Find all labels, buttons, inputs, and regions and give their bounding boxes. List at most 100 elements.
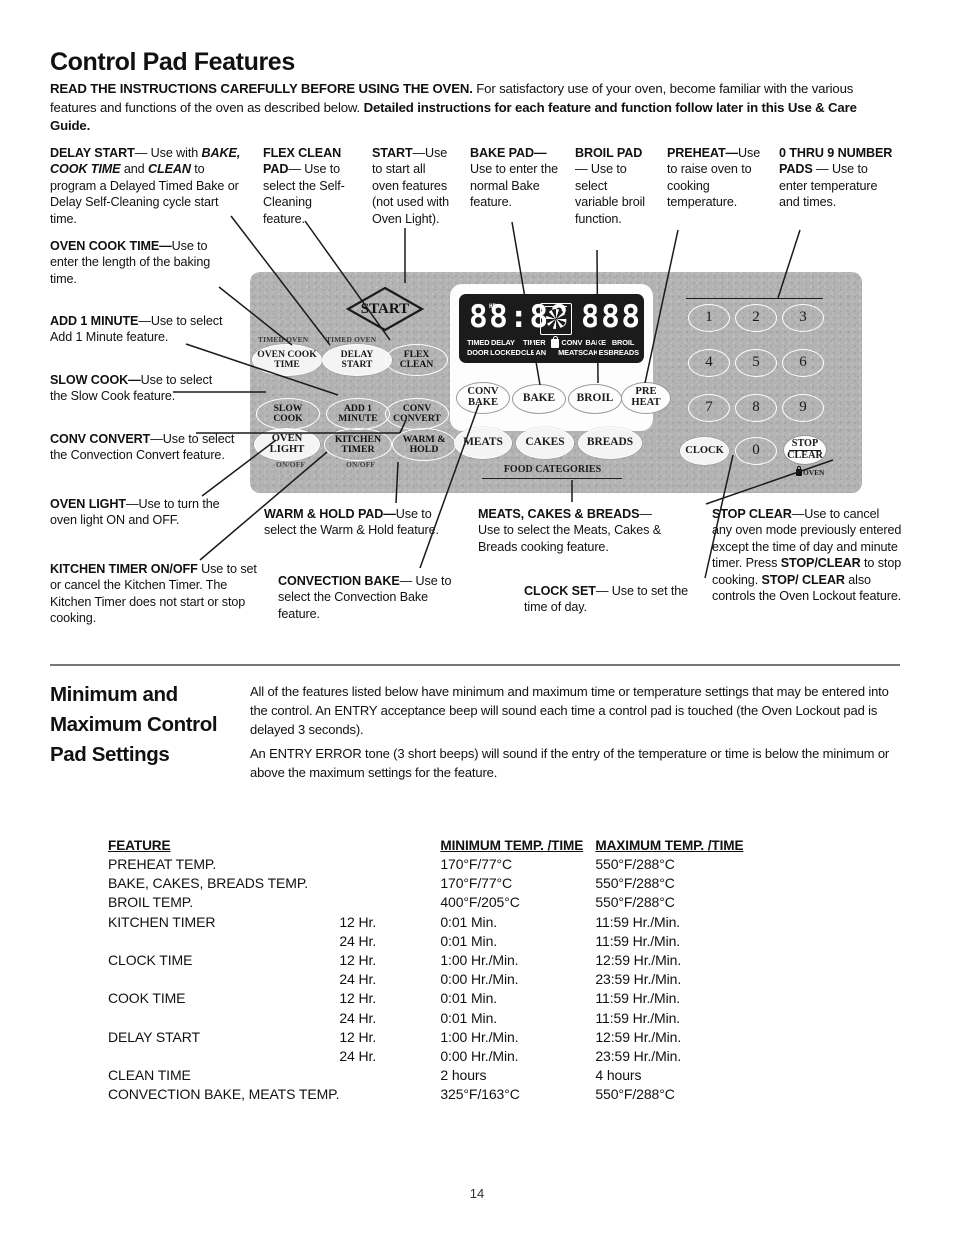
table-row: KITCHEN TIMER 12 Hr. 0:01 Min. 11:59 Hr./Mi… <box>108 913 898 932</box>
callout-term-preheat: PREHEAT— <box>667 146 739 160</box>
pad-oven-light[interactable]: OVEN LIGHT <box>254 428 320 461</box>
table-row: CLEAN TIME 2 hours 4 hours <box>108 1066 898 1085</box>
pad-line-2: START <box>341 359 373 370</box>
cell-feature: BROIL TEMP. <box>108 894 194 911</box>
cell-minimum: 1:00 Hr./Min. <box>440 1028 519 1045</box>
pad-number-3[interactable]: 3 <box>782 304 824 332</box>
cell-hour-mode <box>339 1085 440 1104</box>
pad-bake[interactable]: BAKE <box>512 384 566 414</box>
oven-lockout-label: OVEN <box>803 468 825 477</box>
fan-icon-hub <box>546 309 566 329</box>
pad-line-1: CAKES <box>525 436 565 449</box>
cell-feature: CONVECTION BAKE, MEATS TEMP. <box>108 1086 340 1103</box>
pad-stop-clear[interactable]: STOP CLEAR <box>783 435 827 465</box>
pad-number-7[interactable]: 7 <box>688 394 730 422</box>
pad-oven-cook-time[interactable]: OVEN COOK TIME <box>252 344 322 376</box>
callout-oven-cook-time: OVEN COOK TIME—Use to enter the length o… <box>50 238 230 287</box>
minmax-heading: Minimum and Maximum Control Pad Settings <box>50 683 218 766</box>
page-number: 14 <box>469 1186 485 1201</box>
pad-add-1-minute[interactable]: ADD 1 MINUTE <box>326 398 390 430</box>
cell-maximum: 11:59 Hr./Min. <box>595 1009 681 1026</box>
pad-line-2: HOLD <box>409 443 439 455</box>
pad-conv-convert[interactable]: CONV CONVERT <box>385 398 449 430</box>
callout-term-bake-pad: BAKE PAD— <box>470 146 547 160</box>
cell-feature <box>108 1009 339 1028</box>
mini-label-timed-oven-left: TIMED OVEN <box>258 335 309 344</box>
pad-line-2: TIME <box>274 359 300 370</box>
cell-minimum: 170°F/77°C <box>440 875 513 892</box>
pad-digit: 8 <box>752 399 760 416</box>
pad-digit: 1 <box>705 309 713 326</box>
callout-term-meats-cakes-breads: MEATS, CAKES & BREADS <box>478 507 640 521</box>
pad-clock[interactable]: CLOCK <box>680 437 729 465</box>
callout-convection-bake: CONVECTION BAKE— Use to select the Conve… <box>278 573 463 622</box>
pad-conv-bake[interactable]: CONV BAKE <box>456 382 510 414</box>
pad-warm-hold[interactable]: WARM & HOLD <box>392 428 456 461</box>
indicator-breads: BREADS <box>608 348 639 357</box>
cell-hour-mode <box>339 855 440 874</box>
number-pad-rule <box>686 298 823 300</box>
cell-feature: CLOCK TIME <box>108 952 193 969</box>
cell-hour-mode: 12 Hr. <box>339 990 377 1007</box>
pad-number-8[interactable]: 8 <box>735 394 777 422</box>
pad-digit: 4 <box>705 354 713 371</box>
mini-label-oven-light-onoff: ON/OFF <box>276 460 306 469</box>
table-row: CLOCK TIME 12 Hr. 1:00 Hr./Min. 12:59 Hr./M… <box>108 951 898 970</box>
pad-line-2: CLEAR <box>787 450 823 461</box>
cell-hour-mode: 12 Hr. <box>339 1028 377 1045</box>
callout-preheat: PREHEAT—Use to raise oven to cooking tem… <box>667 145 763 211</box>
cell-minimum: 2 hours <box>440 1067 487 1084</box>
cell-maximum: 12:59 Hr./Min. <box>595 952 682 969</box>
cell-minimum: 0:01 Min. <box>440 990 498 1007</box>
pad-line-2: BAKE <box>467 397 499 408</box>
pad-breads[interactable]: BREADS <box>578 427 642 459</box>
cell-feature: BAKE, CAKES, BREADS TEMP. <box>108 875 309 892</box>
start-pad[interactable]: START <box>346 286 424 332</box>
callout-slow-cook: SLOW COOK—Use to select the Slow Cook fe… <box>50 372 230 405</box>
pad-slow-cook[interactable]: SLOW COOK <box>256 398 320 430</box>
callout-em: CLEAN <box>147 162 191 177</box>
pad-number-5[interactable]: 5 <box>735 349 777 377</box>
pad-preheat[interactable]: PRE HEAT <box>621 382 671 414</box>
indicator-meats: MEATS <box>558 348 583 357</box>
pad-meats[interactable]: MEATS <box>454 427 512 459</box>
callout-bold: STOP/ CLEAR <box>761 572 845 587</box>
callout-text: — Use to select variable broil function. <box>575 162 645 226</box>
pad-line-2: CLEAN <box>399 359 434 370</box>
cell-maximum: 11:59 Hr./Min. <box>595 913 681 930</box>
callout-term-delay-start: DELAY START <box>50 146 135 160</box>
cell-minimum: 0:01 Min. <box>440 1009 498 1026</box>
pad-number-4[interactable]: 4 <box>688 349 730 377</box>
pad-cakes[interactable]: CAKES <box>516 427 574 459</box>
pad-broil[interactable]: BROIL <box>568 384 622 414</box>
oven-lockout-marker: OVEN <box>796 466 825 477</box>
callout-warm-hold: WARM & HOLD PAD—Use to select the Warm &… <box>264 506 439 539</box>
callout-text: Use to enter the normal Bake feature. <box>470 162 559 210</box>
callout-oven-light: OVEN LIGHT—Use to turn the oven light ON… <box>50 496 230 529</box>
callout-term-clock-set: CLOCK SET <box>524 584 596 598</box>
pad-flex-clean[interactable]: FLEX CLEAN <box>385 344 448 376</box>
callout-term-broil-pad: BROIL PAD <box>575 146 643 160</box>
callout-flex-clean: FLEX CLEAN PAD— Use to select the Self-C… <box>263 145 349 227</box>
pad-kitchen-timer[interactable]: KITCHEN TIMER <box>324 428 392 461</box>
pad-number-2[interactable]: 2 <box>735 304 777 332</box>
food-categories-label: FOOD CATEGORIES <box>503 464 602 475</box>
indicator-clean: CLEAN <box>521 348 546 357</box>
pad-number-9[interactable]: 9 <box>782 394 824 422</box>
pad-number-0[interactable]: 0 <box>735 437 777 465</box>
cell-hour-mode: 24 Hr. <box>339 971 377 988</box>
pad-number-1[interactable]: 1 <box>688 304 730 332</box>
oven-control-panel: START TIMED OVEN TIMED OVEN ON/OFF ON/OF… <box>250 272 862 493</box>
pad-line-2: HEAT <box>631 397 661 408</box>
pad-line-2: TIMER <box>341 443 375 455</box>
intro-bold-lead: READ THE INSTRUCTIONS CAREFULLY BEFORE U… <box>50 81 473 96</box>
pad-digit: 7 <box>705 399 713 416</box>
table-row: 24 Hr. 0:00 Hr./Min. 23:59 Hr./Min. <box>108 970 898 989</box>
callout-term-conv-convert: CONV CONVERT <box>50 432 151 446</box>
table-row: CONVECTION BAKE, MEATS TEMP. 325°F/163°C… <box>108 1085 898 1104</box>
pad-delay-start[interactable]: DELAY START <box>322 344 392 376</box>
cell-minimum: 0:00 Hr./Min. <box>440 971 519 988</box>
manual-page: Control Pad Features READ THE INSTRUCTIO… <box>0 0 954 1239</box>
pad-number-6[interactable]: 6 <box>782 349 824 377</box>
pad-digit: 2 <box>752 309 760 326</box>
